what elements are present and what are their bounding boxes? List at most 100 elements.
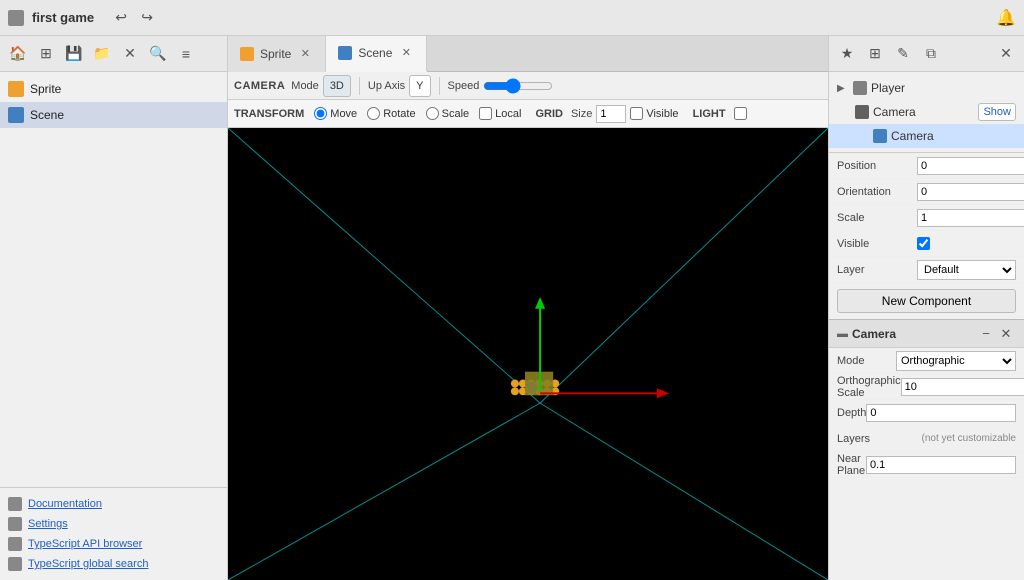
camera-component-header: ▬ Camera − ✕ (829, 320, 1024, 348)
panel-close-button[interactable]: ✕ (994, 42, 1018, 66)
scale-radio[interactable] (426, 107, 439, 120)
component-collapse-icon[interactable]: ▬ (837, 328, 848, 340)
orientation-values (917, 183, 1024, 201)
rotate-radio-item[interactable]: Rotate (367, 107, 415, 120)
position-x-input[interactable] (917, 157, 1024, 175)
sidebar-item-sprite[interactable]: Sprite (0, 76, 227, 102)
orientation-x-input[interactable] (917, 183, 1024, 201)
panel-copy-button[interactable]: ⧉ (919, 42, 943, 66)
notification-bell-icon[interactable]: 🔔 (996, 8, 1016, 28)
camera-parent-label: Camera (873, 105, 974, 119)
up-axis-text: Up Axis (368, 80, 405, 92)
properties-panel: Position Orientation Scale (829, 153, 1024, 580)
typescript-global-label: TypeScript global search (28, 558, 148, 570)
app-icon (8, 10, 24, 26)
sidebar-item-scene[interactable]: Scene (0, 102, 227, 128)
mode-text: Mode (291, 80, 319, 92)
transform-toolbar: TRANSFORM Move Rotate Scale Local (228, 100, 828, 128)
rotate-radio[interactable] (367, 107, 380, 120)
camera-mode-select[interactable]: Orthographic (896, 351, 1016, 371)
sidebar-save-button[interactable]: 💾 (62, 42, 86, 66)
panel-edit-button[interactable]: ✎ (891, 42, 915, 66)
camera-parent-icon (855, 105, 869, 119)
layer-label: Layer (837, 264, 917, 276)
local-checkbox-item[interactable]: Local (479, 107, 521, 120)
layers-label: Layers (837, 433, 922, 445)
light-section: LIGHT (693, 107, 747, 120)
near-plane-row: Near Plane (829, 452, 1024, 478)
tab-sprite[interactable]: Sprite ✕ (228, 36, 326, 72)
typescript-api-link[interactable]: TypeScript API browser (8, 534, 219, 554)
visible-row: Visible (829, 231, 1024, 257)
grid-visible-label: Visible (646, 108, 678, 120)
mode-3d-button[interactable]: 3D (323, 75, 351, 97)
main-layout: 🏠 ⊞ 💾 📁 ✕ 🔍 ≡ Sprite Scene Documentation (0, 36, 1024, 580)
up-axis-button[interactable]: Y (409, 75, 430, 97)
depth-label: Depth (837, 407, 866, 419)
sidebar-toolbar: 🏠 ⊞ 💾 📁 ✕ 🔍 ≡ (0, 36, 227, 72)
tab-sprite-close[interactable]: ✕ (297, 46, 313, 62)
speed-control (483, 78, 553, 94)
sidebar-new-button[interactable]: ⊞ (34, 42, 58, 66)
sidebar-search-button[interactable]: 🔍 (146, 42, 170, 66)
sidebar-home-button[interactable]: 🏠 (6, 42, 30, 66)
panel-add-button[interactable]: ⊞ (863, 42, 887, 66)
layer-select[interactable]: Default (917, 260, 1016, 280)
new-component-button[interactable]: New Component (837, 289, 1016, 313)
scale-radio-item[interactable]: Scale (426, 107, 470, 120)
camera-label: CAMERA (234, 80, 285, 92)
move-label: Move (330, 108, 357, 120)
right-panel-tabs: ★ ⊞ ✎ ⧉ ✕ (829, 36, 1024, 72)
sidebar-delete-button[interactable]: ✕ (118, 42, 142, 66)
scale-row: Scale (829, 205, 1024, 231)
component-close-button[interactable]: ✕ (996, 324, 1016, 344)
typescript-api-label: TypeScript API browser (28, 538, 142, 550)
tabs-bar: Sprite ✕ Scene ✕ (228, 36, 828, 72)
scale-x-input[interactable] (917, 209, 1024, 227)
camera-component-block: ▬ Camera − ✕ Mode Orthographic Orthograp… (829, 319, 1024, 478)
depth-input[interactable] (866, 404, 1016, 422)
component-minimize-button[interactable]: − (976, 324, 996, 344)
tab-scene-close[interactable]: ✕ (398, 45, 414, 61)
local-checkbox[interactable] (479, 107, 492, 120)
transform-radio-group: Move Rotate Scale Local (314, 107, 521, 120)
grid-visible-item[interactable]: Visible (630, 107, 678, 120)
grid-size-input[interactable] (596, 105, 626, 123)
camera-show-button[interactable]: Show (978, 103, 1016, 121)
near-plane-input[interactable] (866, 456, 1016, 474)
left-sidebar: 🏠 ⊞ 💾 📁 ✕ 🔍 ≡ Sprite Scene Documentation (0, 36, 228, 580)
viewport[interactable] (228, 128, 828, 580)
documentation-link[interactable]: Documentation (8, 494, 219, 514)
sidebar-filter-button[interactable]: ≡ (174, 42, 198, 66)
center-area: Sprite ✕ Scene ✕ CAMERA Mode 3D Up Axis … (228, 36, 828, 580)
settings-link[interactable]: Settings (8, 514, 219, 534)
camera-mode-row: Mode Orthographic (829, 348, 1024, 374)
camera-component-title: Camera (852, 327, 976, 341)
typescript-global-link[interactable]: TypeScript global search (8, 554, 219, 574)
visible-checkbox[interactable] (917, 237, 930, 250)
player-label: Player (871, 81, 1016, 95)
speed-slider[interactable] (483, 78, 553, 94)
tree-item-camera-parent[interactable]: Camera Show (829, 100, 1024, 124)
title-controls: ↩ ↪ (110, 7, 158, 29)
tree-item-player[interactable]: ▶ Player (829, 76, 1024, 100)
title-bar: first game ↩ ↪ 🔔 (0, 0, 1024, 36)
move-radio[interactable] (314, 107, 327, 120)
transform-label: TRANSFORM (234, 108, 304, 120)
sidebar-footer: Documentation Settings TypeScript API br… (0, 487, 227, 580)
sidebar-folder-button[interactable]: 📁 (90, 42, 114, 66)
redo-button[interactable]: ↪ (136, 7, 158, 29)
player-arrow-icon: ▶ (837, 83, 849, 94)
tree-item-camera-child[interactable]: Camera (829, 124, 1024, 148)
move-radio-item[interactable]: Move (314, 107, 357, 120)
scene-viewport-svg (228, 128, 828, 580)
grid-visible-checkbox[interactable] (630, 107, 643, 120)
local-label: Local (495, 108, 521, 120)
light-checkbox[interactable] (734, 107, 747, 120)
ortho-scale-input[interactable] (901, 378, 1024, 396)
panel-star-button[interactable]: ★ (835, 42, 859, 66)
layers-value: (not yet customizable (922, 433, 1017, 444)
grid-section: GRID Size Visible (535, 105, 678, 123)
tab-scene[interactable]: Scene ✕ (326, 36, 427, 72)
undo-button[interactable]: ↩ (110, 7, 132, 29)
